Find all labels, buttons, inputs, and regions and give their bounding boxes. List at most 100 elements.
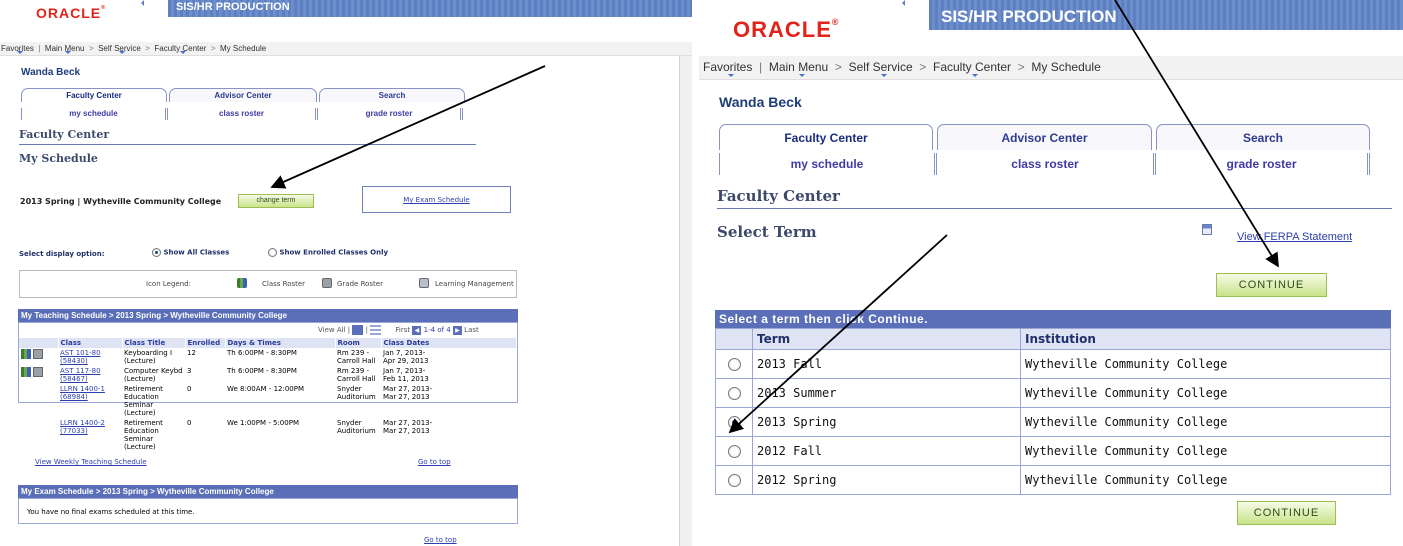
nav-self-service[interactable]: Self Service bbox=[849, 56, 913, 78]
table-row: LLRN 1400-2 (77033) Retirement Education S… bbox=[19, 418, 517, 452]
nav-my-schedule[interactable]: My Schedule bbox=[1031, 56, 1100, 78]
zoom-icon[interactable] bbox=[352, 325, 364, 335]
term-row[interactable]: 2013 Spring Wytheville Community College bbox=[715, 407, 1391, 437]
nav-favorites[interactable]: Favorites bbox=[1, 42, 34, 55]
show-all-radio[interactable] bbox=[152, 248, 161, 257]
teaching-schedule-header: My Teaching Schedule > 2013 Spring > Wyt… bbox=[18, 309, 518, 322]
nav-favorites[interactable]: Favorites bbox=[703, 56, 752, 78]
col-days-times: Days & Times bbox=[225, 338, 336, 348]
last-link[interactable]: Last bbox=[464, 326, 479, 334]
class-link[interactable]: LLRN 1400-2 bbox=[60, 419, 105, 427]
term-row[interactable]: 2012 Fall Wytheville Community College bbox=[715, 436, 1391, 466]
dates-cell: Jan 7, 2013- Apr 29, 2013 bbox=[381, 348, 517, 366]
nav-main-menu[interactable]: Main Menu bbox=[769, 56, 828, 78]
table-header-row: Class Class Title Enrolled Days & Times … bbox=[19, 338, 517, 348]
class-number-link[interactable]: (58430) bbox=[60, 357, 88, 365]
class-type: (Lecture) bbox=[124, 375, 156, 383]
institution-cell: Wytheville Community College bbox=[1020, 407, 1391, 437]
subtab-my-schedule[interactable]: my schedule bbox=[719, 153, 937, 175]
go-to-top-link-2[interactable]: Go to top bbox=[424, 536, 457, 544]
tab-faculty-center[interactable]: Faculty Center bbox=[719, 124, 933, 150]
download-icon[interactable] bbox=[370, 325, 382, 335]
term-radio[interactable] bbox=[727, 358, 741, 371]
class-link[interactable]: AST 101-80 bbox=[60, 349, 101, 357]
view-all-link[interactable]: View All | bbox=[318, 326, 350, 334]
class-roster-icon[interactable] bbox=[21, 349, 31, 359]
right-panel-scrollbar[interactable] bbox=[681, 56, 691, 546]
prev-icon[interactable]: ◀ bbox=[412, 325, 422, 335]
title-cell: Retirement Education Seminar (Lecture) bbox=[122, 418, 185, 452]
term-label: 2013 Spring | Wytheville Community Colle… bbox=[20, 197, 222, 206]
times-cell: We 1:00PM - 5:00PM bbox=[227, 419, 299, 427]
term-radio-selected[interactable] bbox=[727, 416, 741, 429]
grid-divider: | bbox=[365, 326, 368, 334]
term-radio-cell bbox=[715, 436, 753, 466]
section-divider bbox=[717, 208, 1392, 209]
term-radio-cell bbox=[715, 465, 753, 495]
tab-advisor-center[interactable]: Advisor Center bbox=[937, 124, 1152, 150]
tab-faculty-center[interactable]: Faculty Center bbox=[21, 88, 167, 102]
nav-faculty-center[interactable]: Faculty Center bbox=[154, 42, 206, 55]
class-link[interactable]: LLRN 1400-1 bbox=[60, 385, 105, 393]
go-to-top-link[interactable]: Go to top bbox=[418, 458, 451, 466]
class-number-link[interactable]: (58467) bbox=[60, 375, 88, 383]
term-select-table: Term Institution 2013 Fall Wytheville Co… bbox=[715, 328, 1391, 495]
term-row[interactable]: 2013 Fall Wytheville Community College bbox=[715, 349, 1391, 379]
exam-schedule-link[interactable]: My Exam Schedule bbox=[403, 196, 469, 204]
term-radio-cell bbox=[715, 407, 753, 437]
nav-faculty-center[interactable]: Faculty Center bbox=[933, 56, 1011, 78]
right-screenshot-panel: ORACLE® SIS/HR PRODUCTION Favorites | Ma… bbox=[699, 0, 1403, 546]
class-number-link[interactable]: (68984) bbox=[60, 393, 88, 401]
continue-button-bottom[interactable]: CONTINUE bbox=[1237, 501, 1336, 525]
class-cell: LLRN 1400-2 (77033) bbox=[58, 418, 122, 452]
title-cell: Computer Keybd (Lecture) bbox=[122, 366, 185, 384]
term-row[interactable]: 2013 Summer Wytheville Community College bbox=[715, 378, 1391, 408]
nav-main-menu[interactable]: Main Menu bbox=[45, 42, 84, 55]
dates-line1: Jan 7, 2013- bbox=[383, 349, 426, 357]
ferpa-link[interactable]: View FERPA Statement bbox=[1237, 231, 1352, 243]
first-link[interactable]: First bbox=[395, 326, 410, 334]
class-link[interactable]: AST 117-80 bbox=[60, 367, 101, 375]
room-cell: Snyder Auditorium bbox=[335, 384, 381, 418]
room-line2: Carroll Hall bbox=[337, 357, 376, 365]
term-row[interactable]: 2012 Spring Wytheville Community College bbox=[715, 465, 1391, 495]
dates-line1: Jan 7, 2013- bbox=[383, 367, 426, 375]
subtab-my-schedule[interactable]: my schedule bbox=[21, 108, 168, 120]
tab-advisor-center[interactable]: Advisor Center bbox=[169, 88, 317, 102]
institution-cell: Wytheville Community College bbox=[1020, 465, 1391, 495]
grade-roster-icon[interactable] bbox=[33, 367, 44, 377]
times-cell: Th 6:00PM - 8:30PM bbox=[227, 367, 297, 375]
room-line1: Rm 239 - bbox=[337, 349, 370, 357]
subtab-grade-roster[interactable]: grade roster bbox=[1156, 153, 1370, 175]
nav-my-schedule[interactable]: My Schedule bbox=[220, 42, 266, 55]
tab-search[interactable]: Search bbox=[1156, 124, 1370, 150]
subtab-class-roster[interactable]: class roster bbox=[168, 108, 318, 120]
header-banner: ORACLE® SIS/HR PRODUCTION bbox=[0, 0, 692, 23]
class-cell: AST 101-80 (58430) bbox=[58, 348, 122, 366]
class-roster-icon[interactable] bbox=[21, 367, 31, 377]
nav-separator: > bbox=[831, 60, 846, 74]
breadcrumb-nav: Favorites | Main Menu > Self Service > F… bbox=[0, 42, 692, 56]
class-number-link[interactable]: (77033) bbox=[60, 427, 88, 435]
term-radio[interactable] bbox=[727, 474, 741, 487]
show-enrolled-radio[interactable] bbox=[268, 248, 277, 257]
nav-separator: | bbox=[755, 60, 766, 74]
nav-separator: > bbox=[1014, 60, 1029, 74]
nav-self-service[interactable]: Self Service bbox=[98, 42, 141, 55]
continue-button[interactable]: CONTINUE bbox=[1216, 273, 1327, 297]
subtab-grade-roster[interactable]: grade roster bbox=[318, 108, 463, 120]
grade-roster-icon[interactable] bbox=[33, 349, 44, 359]
oracle-logo: ORACLE® bbox=[733, 17, 840, 42]
weekly-schedule-link[interactable]: View Weekly Teaching Schedule bbox=[35, 458, 147, 466]
ferpa-icon[interactable] bbox=[1202, 224, 1212, 235]
change-term-button[interactable]: change term bbox=[238, 194, 314, 208]
subtab-class-roster[interactable]: class roster bbox=[937, 153, 1156, 175]
class-title: Retirement Education bbox=[124, 419, 163, 435]
icon-legend: Icon Legend: Class Roster Grade Roster L… bbox=[19, 270, 517, 298]
col-class-dates: Class Dates bbox=[381, 338, 517, 348]
next-icon[interactable]: ▶ bbox=[452, 325, 462, 335]
tab-search[interactable]: Search bbox=[319, 88, 465, 102]
term-radio-cell bbox=[715, 378, 753, 408]
term-radio[interactable] bbox=[727, 445, 741, 458]
term-radio[interactable] bbox=[727, 387, 741, 400]
